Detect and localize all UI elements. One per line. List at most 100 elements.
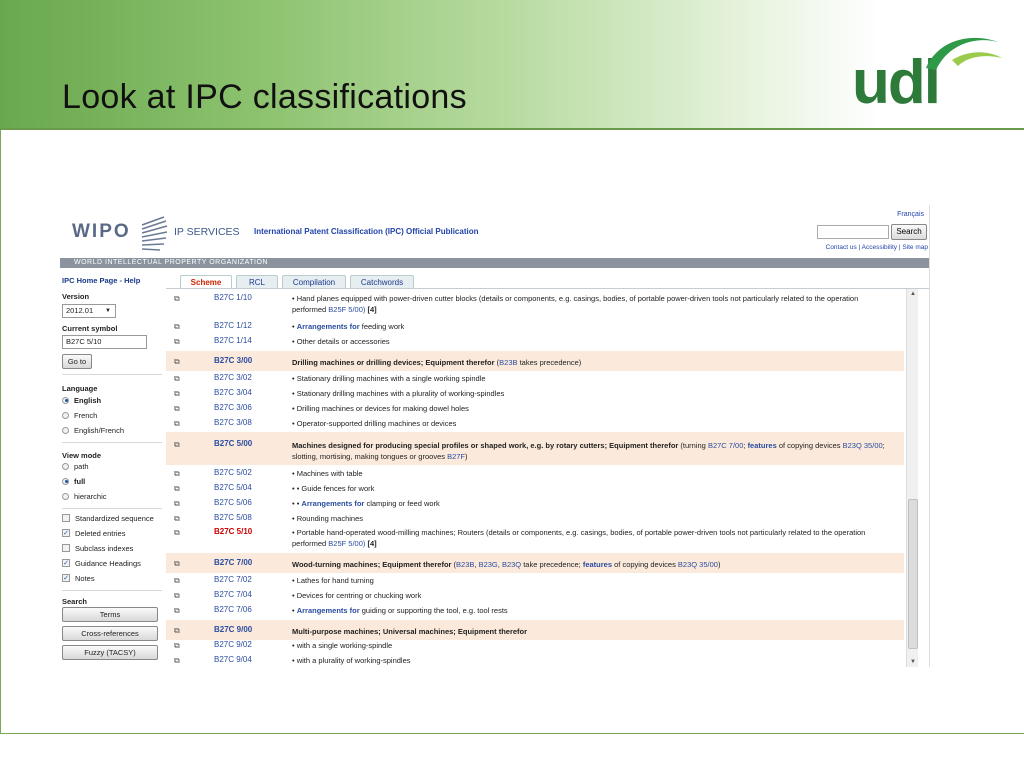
link-icon[interactable]: ⧉: [174, 389, 180, 399]
goto-button[interactable]: Go to: [62, 354, 92, 369]
link-icon[interactable]: ⧉: [174, 606, 180, 616]
ref-link[interactable]: B27C 7/00: [708, 441, 743, 450]
symbol-link[interactable]: B27C 9/04: [214, 655, 252, 664]
link-icon[interactable]: ⧉: [174, 469, 180, 479]
symbol-link[interactable]: B27C 3/00: [214, 356, 252, 365]
table-row: ⧉ B27C 5/02 • Machines with table: [166, 466, 904, 480]
current-symbol-input[interactable]: B27C 5/10: [62, 335, 147, 349]
french-link[interactable]: Français: [897, 211, 924, 218]
symbol-link[interactable]: B27C 3/02: [214, 373, 252, 382]
udl-swoosh-icon: [926, 37, 1002, 70]
symbol-link[interactable]: B27C 3/06: [214, 403, 252, 412]
link-icon[interactable]: ⧉: [174, 641, 180, 651]
symbol-link[interactable]: B27C 5/00: [214, 439, 252, 448]
symbol-link[interactable]: B27C 9/02: [214, 640, 252, 649]
symbol-link[interactable]: B27C 3/04: [214, 388, 252, 397]
link-icon[interactable]: ⧉: [174, 294, 180, 304]
language-french-radio[interactable]: French: [62, 410, 97, 422]
symbol-link[interactable]: B27C 5/08: [214, 513, 252, 522]
link-icon[interactable]: ⧉: [174, 499, 180, 509]
link-icon[interactable]: ⧉: [174, 626, 180, 636]
ref-link[interactable]: Arrangements for: [297, 606, 360, 615]
link-icon[interactable]: ⧉: [174, 337, 180, 347]
entry-description: • Machines with table: [292, 469, 363, 478]
current-symbol[interactable]: B27C 5/10: [214, 527, 252, 536]
ref-link[interactable]: features: [748, 441, 777, 450]
ref-link[interactable]: B25F 5/00): [328, 539, 365, 548]
symbol-link[interactable]: B27C 7/06: [214, 605, 252, 614]
site-search-input[interactable]: [817, 225, 889, 239]
symbol-link[interactable]: B27C 5/06: [214, 498, 252, 507]
scrollbar[interactable]: ▲ ▼: [906, 289, 918, 667]
option-guidance-headings[interactable]: ✓ Guidance Headings: [62, 558, 141, 570]
option-subclass-indexes[interactable]: Subclass indexes: [62, 543, 133, 555]
view-full-radio[interactable]: full: [62, 476, 85, 488]
ref-link[interactable]: B23Q 35/00: [678, 560, 718, 569]
ref-link[interactable]: Arrangements for: [301, 499, 364, 508]
option-notes[interactable]: ✓ Notes: [62, 573, 95, 585]
search-label: Search: [62, 597, 88, 606]
language-both-radio[interactable]: English/French: [62, 425, 124, 437]
symbol-link[interactable]: B27C 7/02: [214, 575, 252, 584]
link-icon[interactable]: ⧉: [174, 404, 180, 414]
link-icon[interactable]: ⧉: [174, 357, 180, 367]
ref-link[interactable]: B23B: [456, 560, 474, 569]
symbol-link[interactable]: B27C 5/02: [214, 468, 252, 477]
symbol-link[interactable]: B27C 1/14: [214, 336, 252, 345]
link-icon[interactable]: ⧉: [174, 576, 180, 586]
tab-catchwords[interactable]: Catchwords: [350, 275, 414, 289]
symbol-link[interactable]: B27C 1/12: [214, 321, 252, 330]
link-icon[interactable]: ⧉: [174, 419, 180, 429]
site-search-button[interactable]: Search: [891, 224, 927, 240]
tab-rcl[interactable]: RCL: [236, 275, 278, 289]
symbol-link[interactable]: B27C 7/04: [214, 590, 252, 599]
current-symbol-label: Current symbol: [62, 324, 118, 333]
search-cross-references-button[interactable]: Cross-references: [62, 626, 158, 641]
view-hierarchic-radio[interactable]: hierarchic: [62, 491, 107, 503]
option-standardized-sequence[interactable]: Standardized sequence: [62, 513, 154, 525]
ref-link[interactable]: B23B: [499, 358, 517, 367]
language-english-radio[interactable]: English: [62, 395, 101, 407]
search-fuzzy-button[interactable]: Fuzzy (TACSY): [62, 645, 158, 660]
symbol-link[interactable]: B27C 7/00: [214, 558, 252, 567]
link-icon[interactable]: ⧉: [174, 528, 180, 538]
left-rule: [0, 130, 1, 734]
slide-title: Look at IPC classifications: [62, 78, 467, 116]
link-icon[interactable]: ⧉: [174, 484, 180, 494]
symbol-link[interactable]: B27C 3/08: [214, 418, 252, 427]
version-select[interactable]: 2012.01 ▼: [62, 304, 116, 318]
scroll-down-icon[interactable]: ▼: [907, 657, 919, 667]
table-row: ⧉ B27C 9/02 • with a single working-spin…: [166, 638, 904, 652]
search-terms-button[interactable]: Terms: [62, 607, 158, 622]
ref-link[interactable]: B27F: [447, 452, 465, 461]
scroll-up-icon[interactable]: ▲: [907, 289, 919, 299]
link-icon[interactable]: ⧉: [174, 374, 180, 384]
ref-link[interactable]: Arrangements for: [297, 322, 360, 331]
tab-scheme[interactable]: Scheme: [180, 275, 232, 289]
ref-link[interactable]: B25F 5/00): [328, 305, 365, 314]
link-icon[interactable]: ⧉: [174, 591, 180, 601]
link-icon[interactable]: ⧉: [174, 322, 180, 332]
ref-link[interactable]: B23G: [479, 560, 498, 569]
link-icon[interactable]: ⧉: [174, 514, 180, 524]
symbol-link[interactable]: B27C 1/10: [214, 293, 252, 302]
wipo-header: WIPO IP SERVICES International Patent Cl…: [60, 205, 929, 258]
link-icon[interactable]: ⧉: [174, 440, 180, 450]
home-help-links[interactable]: IPC Home Page - Help: [62, 276, 140, 285]
ref-link[interactable]: B23Q: [502, 560, 521, 569]
view-path-radio[interactable]: path: [62, 461, 89, 473]
ip-services-label: IP SERVICES: [174, 226, 240, 238]
publication-title[interactable]: International Patent Classification (IPC…: [254, 227, 478, 236]
tab-compilation[interactable]: Compilation: [282, 275, 346, 289]
link-icon[interactable]: ⧉: [174, 559, 180, 569]
symbol-link[interactable]: B27C 5/04: [214, 483, 252, 492]
ref-link[interactable]: features: [583, 560, 612, 569]
wipo-logo[interactable]: WIPO: [72, 221, 131, 243]
entry-description: • Stationary drilling machines with a si…: [292, 374, 486, 383]
top-links[interactable]: Contact us | Accessibility | Site map: [826, 244, 928, 251]
symbol-link[interactable]: B27C 9/00: [214, 625, 252, 634]
scroll-thumb[interactable]: [908, 499, 918, 649]
ref-link[interactable]: B23Q 35/00: [843, 441, 883, 450]
option-deleted-entries[interactable]: ✓ Deleted entries: [62, 528, 125, 540]
link-icon[interactable]: ⧉: [174, 656, 180, 666]
